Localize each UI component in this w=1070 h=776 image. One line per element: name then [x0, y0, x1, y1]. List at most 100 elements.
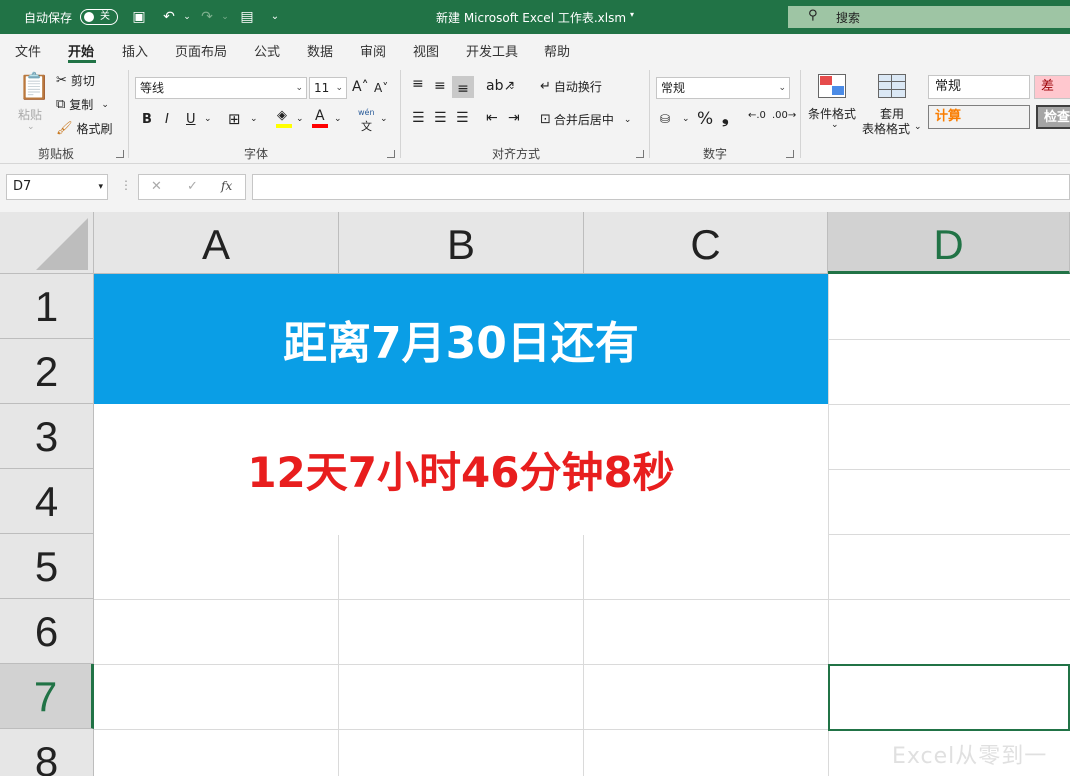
- number-launcher-icon[interactable]: [786, 150, 794, 158]
- save-icon[interactable]: ▣: [130, 8, 148, 26]
- style-bad[interactable]: 差: [1034, 75, 1070, 99]
- scissors-icon: ✂: [56, 73, 67, 88]
- comma-button[interactable]: ❟: [722, 108, 729, 128]
- underline-button[interactable]: U: [186, 112, 196, 127]
- row-header-2[interactable]: 2: [0, 339, 94, 404]
- wrap-text-button[interactable]: ↵ 自动换行: [540, 78, 602, 95]
- merge-dropdown-icon[interactable]: ⌄: [624, 115, 632, 125]
- insert-function-icon[interactable]: fx: [221, 179, 232, 193]
- clipboard-icon: 📋: [18, 72, 51, 102]
- tab-file[interactable]: 文件: [15, 41, 41, 60]
- title-dropdown-icon[interactable]: ▾: [630, 10, 634, 19]
- orientation-dropdown-icon[interactable]: ⌄: [508, 82, 516, 92]
- conditional-format-icon[interactable]: [818, 74, 848, 100]
- align-bottom-icon[interactable]: ≡: [452, 76, 474, 98]
- active-cell-d7[interactable]: [828, 664, 1070, 731]
- format-table-dropdown-icon[interactable]: ⌄: [914, 122, 922, 132]
- row-header-1[interactable]: 1: [0, 274, 94, 339]
- tab-data[interactable]: 数据: [307, 41, 333, 60]
- undo-dropdown-icon[interactable]: ⌄: [178, 8, 196, 26]
- cut-button[interactable]: ✂ 剪切: [56, 72, 95, 89]
- tab-home[interactable]: 开始: [68, 41, 94, 60]
- autosave-toggle[interactable]: 关: [80, 9, 118, 25]
- row-header-8[interactable]: 8: [0, 729, 94, 776]
- decrease-decimal-icon[interactable]: .00→: [772, 110, 796, 121]
- align-top-icon[interactable]: ≡: [412, 76, 424, 92]
- tab-review[interactable]: 审阅: [360, 41, 386, 60]
- align-center-icon[interactable]: ☰: [434, 110, 447, 126]
- font-launcher-icon[interactable]: [387, 150, 395, 158]
- merged-cell-a1-c2[interactable]: 距离7月30日还有: [94, 274, 828, 404]
- style-check-cell[interactable]: 检查: [1036, 105, 1070, 129]
- tab-page-layout[interactable]: 页面布局: [175, 41, 227, 60]
- currency-dropdown-icon[interactable]: ⌄: [682, 114, 690, 124]
- font-size-select[interactable]: 11 ⌄: [309, 77, 347, 99]
- tab-help[interactable]: 帮助: [544, 41, 570, 60]
- increase-decimal-icon[interactable]: ←.0: [748, 110, 766, 121]
- fill-dropdown-icon[interactable]: ⌄: [296, 114, 304, 124]
- cancel-icon[interactable]: ✕: [151, 179, 162, 194]
- copy-label: 复制: [69, 98, 94, 112]
- borders-dropdown-icon[interactable]: ⌄: [250, 114, 258, 124]
- enter-icon[interactable]: ✓: [187, 179, 198, 194]
- phonetic-dropdown-icon[interactable]: ⌄: [380, 114, 388, 124]
- clipboard-group-label: 剪贴板: [38, 147, 75, 161]
- copy-button[interactable]: ⧉ 复制 ⌄: [56, 96, 109, 113]
- underline-dropdown-icon[interactable]: ⌄: [204, 114, 212, 124]
- customize-toolbar-icon[interactable]: ⌄: [266, 8, 284, 26]
- align-right-icon[interactable]: ☰: [456, 110, 469, 126]
- align-middle-icon[interactable]: ≡: [434, 78, 446, 94]
- row-header-4[interactable]: 4: [0, 469, 94, 534]
- tab-view[interactable]: 视图: [413, 41, 439, 60]
- column-header-b[interactable]: B: [339, 212, 584, 274]
- row-header-6[interactable]: 6: [0, 599, 94, 664]
- font-color-dropdown-icon[interactable]: ⌄: [334, 114, 342, 124]
- merge-center-button[interactable]: ⊡ 合并后居中 ⌄: [540, 111, 631, 128]
- format-as-table-icon[interactable]: [878, 74, 908, 100]
- formula-input[interactable]: [252, 174, 1070, 200]
- decrease-indent-icon[interactable]: ⇤: [486, 110, 498, 126]
- style-calculation[interactable]: 计算: [928, 105, 1030, 129]
- name-box[interactable]: D7 ▾: [6, 174, 108, 200]
- percent-button[interactable]: %: [697, 109, 713, 129]
- table-icon-line: [878, 89, 906, 90]
- search-box[interactable]: ⚲ 搜索: [788, 6, 1070, 28]
- row-header-5[interactable]: 5: [0, 534, 94, 599]
- column-header-c[interactable]: C: [584, 212, 828, 274]
- paste-label: 粘贴: [18, 108, 43, 122]
- font-name-select[interactable]: 等线 ⌄: [135, 77, 307, 99]
- italic-button[interactable]: I: [165, 112, 169, 127]
- conditional-dropdown-icon[interactable]: ⌄: [831, 120, 839, 130]
- grow-font-button[interactable]: A˄: [352, 79, 369, 95]
- phonetic-button[interactable]: wén: [358, 108, 375, 117]
- tab-insert[interactable]: 插入: [122, 41, 148, 60]
- copy-dropdown-icon[interactable]: ⌄: [101, 100, 109, 110]
- paste-button[interactable]: 📋: [16, 72, 50, 106]
- format-painter-label: 格式刷: [76, 122, 113, 136]
- column-header-d[interactable]: D: [828, 212, 1070, 274]
- merged-cell-a3-c4[interactable]: 12天7小时46分钟8秒: [94, 404, 828, 535]
- alignment-launcher-icon[interactable]: [636, 150, 644, 158]
- tab-formulas[interactable]: 公式: [254, 41, 280, 60]
- font-color-button[interactable]: A: [312, 108, 328, 128]
- align-left-icon[interactable]: ☰: [412, 110, 425, 126]
- bold-button[interactable]: B: [142, 112, 152, 127]
- undo-icon[interactable]: ↶: [160, 8, 178, 26]
- style-normal[interactable]: 常规: [928, 75, 1030, 99]
- fill-color-button[interactable]: ◈: [276, 108, 292, 128]
- borders-icon[interactable]: ⊞: [228, 110, 241, 128]
- row-header-3[interactable]: 3: [0, 404, 94, 469]
- form-icon[interactable]: ▤: [238, 8, 256, 26]
- paste-dropdown-icon[interactable]: ⌄: [27, 122, 35, 132]
- tab-developer[interactable]: 开发工具: [466, 41, 518, 60]
- clipboard-launcher-icon[interactable]: [116, 150, 124, 158]
- select-all-button[interactable]: [0, 212, 94, 274]
- row-header-7[interactable]: 7: [0, 664, 94, 729]
- increase-indent-icon[interactable]: ⇥: [508, 110, 520, 126]
- format-painter-button[interactable]: 🖌 格式刷: [56, 120, 113, 137]
- shrink-font-button[interactable]: A˅: [374, 81, 388, 95]
- currency-icon[interactable]: ⛁: [660, 112, 670, 126]
- number-format-select[interactable]: 常规 ⌄: [656, 77, 790, 99]
- format-table-label-2[interactable]: 表格格式: [862, 120, 910, 137]
- column-header-a[interactable]: A: [94, 212, 339, 274]
